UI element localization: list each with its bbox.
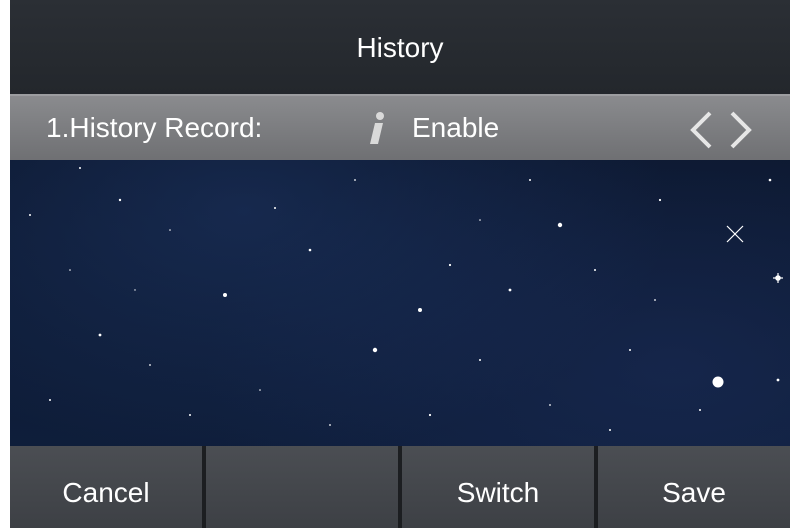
title-bar: History	[10, 0, 790, 94]
starry-background	[29, 167, 783, 431]
chevron-right-icon[interactable]	[728, 110, 754, 150]
chevron-left-icon[interactable]	[688, 110, 714, 150]
setting-row-history-record[interactable]: 1.History Record: Enable	[10, 94, 790, 160]
switch-button[interactable]: Switch	[398, 446, 594, 528]
phone-screen: History 1.History Record: Enable Cancel …	[10, 0, 790, 528]
page-title: History	[356, 32, 444, 63]
setting-value: Enable	[412, 112, 500, 143]
empty-softkey[interactable]	[202, 446, 398, 528]
setting-label: 1.History Record:	[46, 112, 263, 143]
cancel-button[interactable]: Cancel	[10, 446, 202, 528]
softkey-bar: Cancel Switch Save	[10, 446, 790, 528]
save-button[interactable]: Save	[594, 446, 790, 528]
info-icon[interactable]	[368, 110, 386, 146]
